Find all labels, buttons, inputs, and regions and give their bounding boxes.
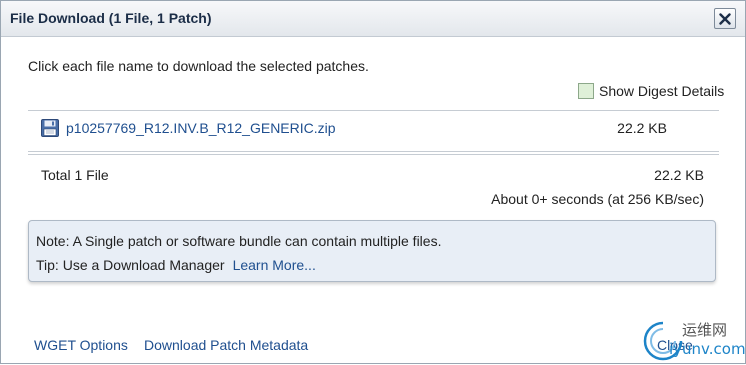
divider [28, 110, 719, 111]
show-digest-label[interactable]: Show Digest Details [599, 83, 724, 99]
tip-label: Tip: Use a Download Manager [36, 257, 225, 273]
dialog-titlebar: File Download (1 File, 1 Patch) [1, 1, 745, 37]
learn-more-link[interactable]: Learn More... [233, 257, 316, 273]
total-size: 22.2 KB [654, 167, 704, 183]
download-patch-metadata-link[interactable]: Download Patch Metadata [144, 337, 308, 353]
total-files-label: Total 1 File [41, 167, 109, 183]
divider [28, 154, 719, 155]
close-x-icon [719, 12, 731, 25]
watermark-domain: iyunv.com [669, 340, 746, 358]
watermark-logo: 运维网 iyunv.com [641, 317, 746, 365]
tip-text: Tip: Use a Download Manager Learn More... [36, 257, 316, 273]
file-size: 22.2 KB [617, 120, 667, 136]
instructions-text: Click each file name to download the sel… [28, 58, 369, 74]
patch-file-link[interactable]: p10257769_R12.INV.B_R12_GENERIC.zip [66, 120, 336, 136]
file-download-dialog: File Download (1 File, 1 Patch) Click ea… [0, 0, 746, 364]
file-row: p10257769_R12.INV.B_R12_GENERIC.zip 22.2… [41, 119, 691, 139]
note-panel: Note: A Single patch or software bundle … [28, 220, 716, 282]
floppy-disk-icon [41, 119, 59, 137]
close-dialog-button[interactable] [714, 8, 736, 29]
watermark-text: 运维网 [682, 321, 728, 339]
show-digest-checkbox[interactable] [578, 83, 594, 99]
dialog-title: File Download (1 File, 1 Patch) [10, 10, 212, 26]
note-text: Note: A Single patch or software bundle … [36, 233, 442, 249]
download-eta: About 0+ seconds (at 256 KB/sec) [491, 191, 704, 207]
divider [28, 151, 719, 152]
wget-options-link[interactable]: WGET Options [34, 337, 128, 353]
show-digest-toggle[interactable]: Show Digest Details [578, 83, 724, 99]
